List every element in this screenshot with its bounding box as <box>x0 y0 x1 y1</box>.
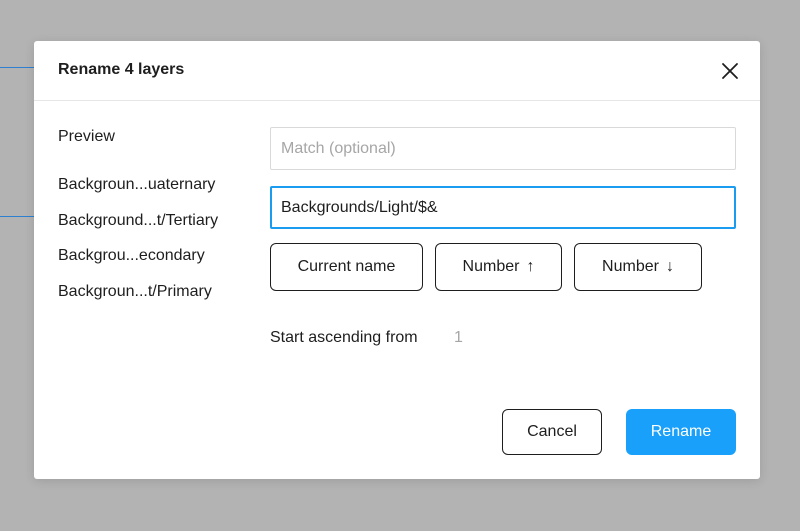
dialog-header: Rename 4 layers <box>34 41 760 101</box>
cancel-button-label: Cancel <box>527 423 577 440</box>
start-ascending-value[interactable]: 1 <box>454 329 463 347</box>
number-descending-button[interactable]: Number ↓ <box>574 243 702 291</box>
rename-layers-dialog: Rename 4 layers Preview Backgroun...uate… <box>34 41 760 479</box>
match-input[interactable] <box>270 127 736 170</box>
preview-label: Preview <box>58 128 115 145</box>
arrow-down-icon: ↓ <box>665 258 674 275</box>
canvas-guide-line <box>0 216 34 217</box>
rename-button-label: Rename <box>650 423 712 440</box>
arrow-up-icon: ↑ <box>526 258 535 275</box>
preview-item: Background...t/Tertiary <box>58 211 219 229</box>
preview-item: Backgroun...uaternary <box>58 176 216 193</box>
number-descending-label: Number <box>602 258 659 275</box>
close-button[interactable] <box>718 59 742 83</box>
cancel-button[interactable]: Cancel <box>502 409 602 455</box>
rename-button[interactable]: Rename <box>626 409 736 455</box>
start-ascending-label: Start ascending from <box>270 329 418 346</box>
number-ascending-button[interactable]: Number ↑ <box>435 243 562 291</box>
preview-list: Backgroun...uaternary Background...t/Ter… <box>58 175 218 317</box>
canvas-guide-line <box>0 67 34 68</box>
preview-item: Backgroun...t/Primary <box>58 282 212 300</box>
close-icon <box>722 63 738 79</box>
rename-pattern-input[interactable] <box>270 186 736 229</box>
dialog-title: Rename 4 layers <box>58 61 185 78</box>
preview-item: Backgrou...econdary <box>58 247 205 264</box>
current-name-button[interactable]: Current name <box>270 243 423 291</box>
number-ascending-label: Number <box>462 258 520 275</box>
current-name-label: Current name <box>297 258 396 275</box>
